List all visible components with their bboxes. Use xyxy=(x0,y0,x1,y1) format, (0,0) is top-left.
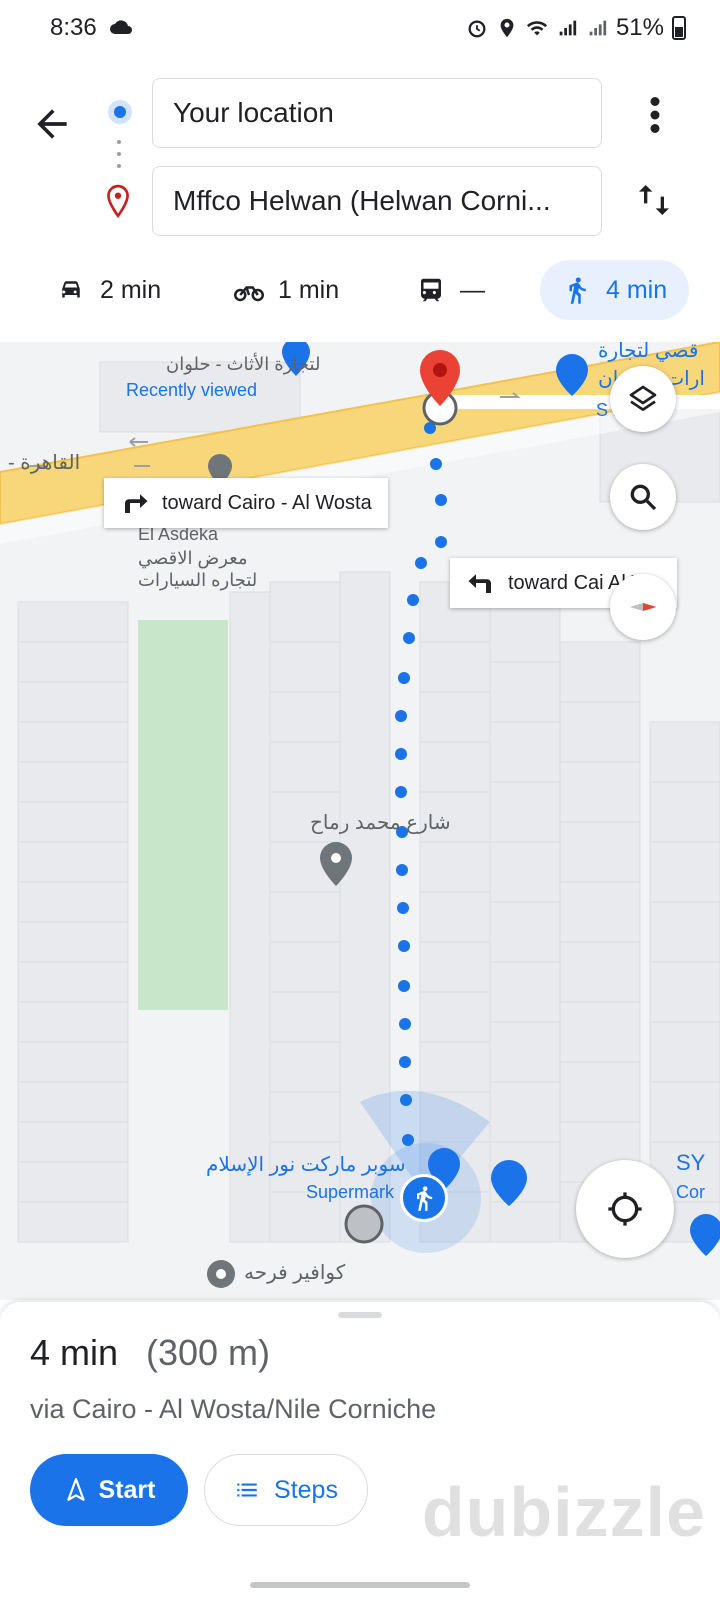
place-label-furniture: لتجارة الأثاث - حلوان xyxy=(166,354,321,374)
turn-label-text: toward Cairo - Al Wosta xyxy=(162,491,372,514)
location-icon xyxy=(500,18,514,38)
route-sheet: 4 min (300 m) via Cairo - Al Wosta/Nile … xyxy=(0,1302,720,1600)
place-label-top-right-1[interactable]: قصي لتجارة xyxy=(598,342,698,363)
mode-label: 1 min xyxy=(278,275,340,304)
route-duration: 4 min xyxy=(30,1332,119,1373)
place-label-salon: كوافير فرحه xyxy=(244,1262,346,1284)
walk-icon xyxy=(417,1186,433,1211)
place-label-cor[interactable]: Cor xyxy=(676,1182,705,1203)
my-location-icon xyxy=(608,1192,642,1226)
travel-modes: 2 min 1 min — 4 min xyxy=(0,254,720,330)
turn-label-right[interactable]: toward Cairo - Al Wosta xyxy=(104,478,388,528)
motorcycle-icon xyxy=(234,286,264,302)
directions-header: Your location Mffco Helwan (Helwan Corni… xyxy=(0,62,720,342)
layers-icon xyxy=(629,385,657,411)
place-label-aqsa-1: معرض الاقصي xyxy=(138,548,248,568)
destination-input[interactable]: Mffco Helwan (Helwan Corni... xyxy=(152,166,602,236)
place-label-supermarket[interactable]: Supermark xyxy=(306,1182,394,1203)
list-icon xyxy=(237,1483,257,1497)
start-label: Start xyxy=(98,1475,156,1504)
place-label-supermarket-ar[interactable]: سوبر ماركت نور الإسلام xyxy=(206,1152,406,1177)
origin-dot-icon xyxy=(108,100,132,124)
destination-pin-icon xyxy=(107,184,129,218)
navigation-arrow-icon xyxy=(66,1478,85,1501)
mode-label: — xyxy=(460,275,485,304)
signal-icon xyxy=(559,20,577,36)
status-time: 8:36 xyxy=(50,14,97,41)
search-button[interactable] xyxy=(610,464,676,530)
road-label-cairo: القاهرة - xyxy=(8,452,81,474)
route-distance: (300 m) xyxy=(146,1332,271,1373)
wifi-icon xyxy=(526,21,548,36)
recenter-button[interactable] xyxy=(576,1160,674,1258)
cloud-icon xyxy=(110,20,132,34)
mode-motorcycle[interactable]: 1 min xyxy=(234,260,339,320)
watermark-logo: dubizzle xyxy=(421,1473,706,1551)
mode-label: 2 min xyxy=(100,275,162,304)
turn-left-icon xyxy=(468,574,491,593)
transit-icon xyxy=(421,278,441,302)
compass-button[interactable] xyxy=(610,574,676,640)
compass-icon xyxy=(629,603,657,611)
mode-label: 4 min xyxy=(606,275,668,304)
mode-walking[interactable]: 4 min xyxy=(540,260,690,320)
place-label-recently-viewed[interactable]: Recently viewed xyxy=(126,380,257,401)
street-label: شارع محمد رماح xyxy=(310,812,451,834)
sheet-drag-handle[interactable] xyxy=(338,1312,382,1318)
route-via: via Cairo - Al Wosta/Nile Corniche xyxy=(30,1394,437,1424)
connector-dot xyxy=(117,140,121,144)
swap-icon[interactable] xyxy=(634,178,674,222)
car-icon xyxy=(62,281,80,298)
map-view[interactable]: لتجارة الأثاث - حلوان Recently viewed ال… xyxy=(0,342,720,1300)
layers-button[interactable] xyxy=(610,366,676,432)
signal-icon xyxy=(589,20,607,36)
place-label-sy[interactable]: SY xyxy=(676,1150,705,1176)
more-options-icon[interactable] xyxy=(640,94,670,136)
steps-button[interactable]: Steps xyxy=(204,1454,368,1526)
steps-label: Steps xyxy=(274,1475,338,1504)
start-button[interactable]: Start xyxy=(30,1454,188,1526)
battery-percent: 51% xyxy=(615,14,664,41)
origin-input[interactable]: Your location xyxy=(152,78,602,148)
battery-icon xyxy=(672,16,686,40)
mode-transit[interactable]: — xyxy=(416,260,485,320)
back-arrow-icon[interactable] xyxy=(30,102,74,146)
status-bar: 8:36 51% xyxy=(0,0,720,62)
gesture-bar[interactable] xyxy=(250,1582,470,1588)
mode-driving[interactable]: 2 min xyxy=(56,260,161,320)
connector-dot xyxy=(117,164,121,168)
alarm-icon xyxy=(468,20,486,38)
turn-right-icon xyxy=(125,494,148,513)
status-icons: 51% xyxy=(466,14,686,42)
walk-icon xyxy=(569,277,586,304)
current-location-marker xyxy=(400,1174,448,1222)
connector-dot xyxy=(117,152,121,156)
search-icon xyxy=(630,484,657,511)
place-label-aqsa-2: لتجاره السيارات xyxy=(138,570,258,590)
